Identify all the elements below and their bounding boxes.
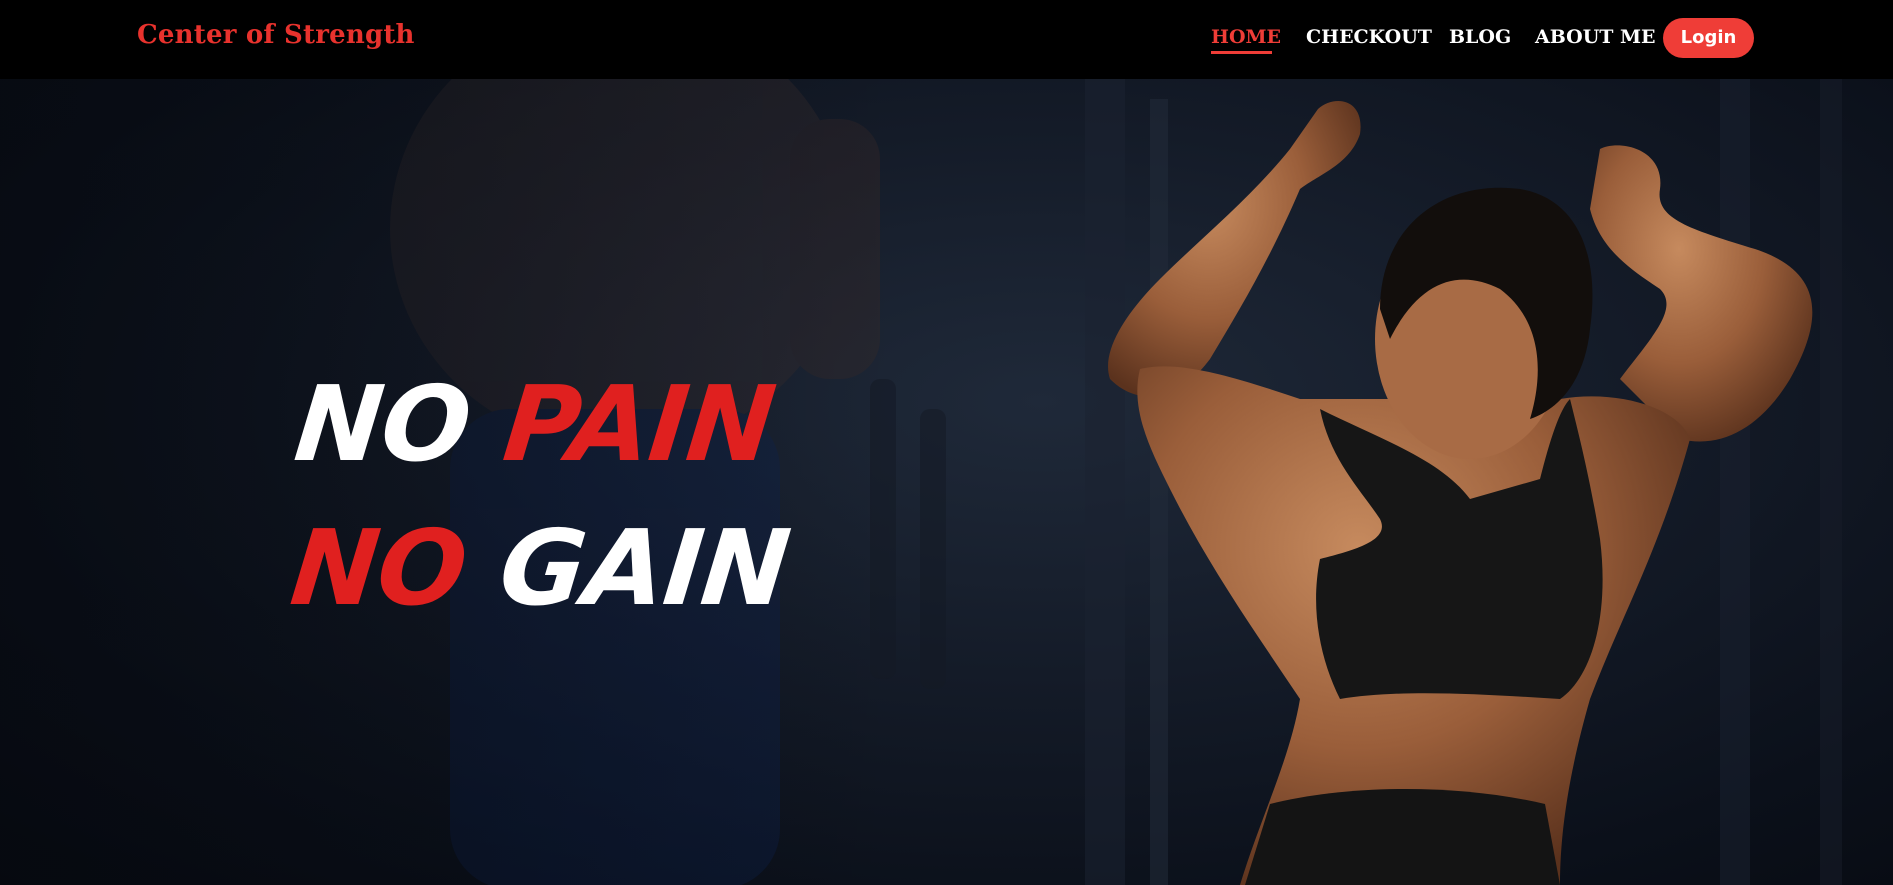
brand-logo-link[interactable]: Center of Strength xyxy=(137,20,415,50)
headline-word-no-1: NO xyxy=(289,363,476,485)
headline-line-2: NO GAIN xyxy=(286,507,795,629)
hero-background-photo xyxy=(0,79,1842,885)
nav-link-blog[interactable]: BLOG xyxy=(1449,26,1511,48)
headline-word-pain: PAIN xyxy=(498,363,780,485)
nav-link-checkout[interactable]: CHECKOUT xyxy=(1306,26,1432,48)
nav-active-underline xyxy=(1211,51,1272,54)
athlete-figure xyxy=(1108,101,1813,885)
top-navbar: Center of Strength HOME CHECKOUT BLOG AB… xyxy=(0,0,1893,79)
hero-section: NO PAIN NO GAIN xyxy=(0,79,1893,885)
nav-link-home[interactable]: HOME xyxy=(1211,26,1281,48)
headline-word-gain: GAIN xyxy=(494,507,795,629)
headline-line-1: NO PAIN xyxy=(290,363,780,485)
login-button[interactable]: Login xyxy=(1663,18,1754,58)
headline-word-no-2: NO xyxy=(285,507,472,629)
nav-link-about-me[interactable]: ABOUT ME xyxy=(1535,26,1656,48)
